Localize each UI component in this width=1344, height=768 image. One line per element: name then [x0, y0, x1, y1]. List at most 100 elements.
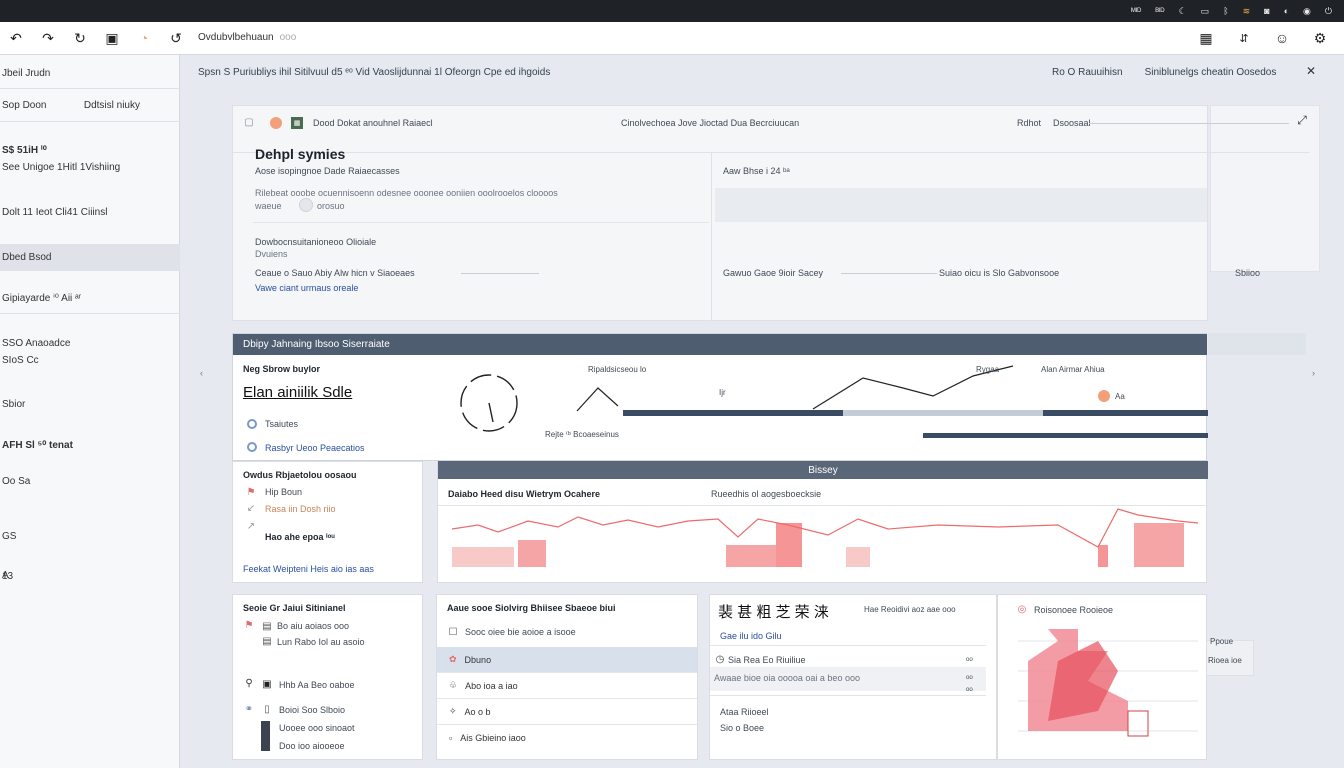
sidebar-item[interactable]: See Unigoe 1Hitl 1Vishiing [0, 162, 180, 173]
summary-row-value: ᵒᵒ [966, 685, 973, 695]
side-nav-arrow[interactable]: › [1312, 368, 1315, 378]
breakdown-card-title: Roisonoee Rooieoe [1034, 605, 1114, 615]
status-bar [261, 721, 270, 751]
refresh-icon[interactable]: ↺ [166, 28, 186, 48]
permission-row[interactable]: Bo aiu aoiaos ooo [277, 621, 349, 631]
reload-icon[interactable]: ↻ [70, 28, 90, 48]
activity-row[interactable]: Sooc oiee bie aoioe a isooe [465, 627, 576, 637]
moon-icon[interactable]: ☾ [1179, 6, 1187, 17]
checkbox-icon[interactable]: ☐ [447, 626, 459, 638]
permission-row[interactable]: Hhb Aa Beo oaboe [279, 680, 355, 690]
sidebar-item[interactable]: Dolt 11 Ieot Cli41 Ciiinsl [0, 207, 180, 218]
extensions-icon[interactable]: ▦ [1196, 28, 1216, 48]
bar [846, 547, 870, 567]
row-label-c: Sbiioo [1235, 268, 1261, 278]
share-icon[interactable]: ⇵ [1234, 28, 1254, 48]
close-icon[interactable]: ✕ [1306, 64, 1316, 78]
user-icon[interactable]: ◉ [1303, 6, 1311, 17]
side-nav-arrow[interactable]: ‹ [200, 368, 203, 378]
background-panel [1208, 333, 1306, 355]
flag-icon: ⚑ [246, 486, 256, 498]
activity-card-title: Aaue sooe Siolvirg Bhiisee Sbaeoe biui [447, 603, 616, 613]
card-header-right-a: Rdhot [1017, 118, 1042, 128]
bar [452, 547, 514, 567]
trend-label-left: Daiabo Heed disu Wietrym Ocahere [448, 489, 600, 499]
list-item[interactable]: ✿ Dbuno [437, 647, 697, 673]
expand-icon[interactable]: ⤢ [1296, 113, 1308, 127]
summary-card-subtitle: Hae Reoidivi aoz aae ooo [864, 605, 956, 614]
bookmark-icon[interactable]: ▣ [102, 28, 122, 48]
permission-row[interactable]: Lun Rabo Iol au asoio [277, 637, 365, 647]
legend-label: Tsaiutes [265, 419, 299, 429]
highlight-point[interactable] [1098, 390, 1110, 402]
field-value: Dvuiens [255, 249, 288, 259]
list-item-label: Abo ioa a iao [465, 680, 518, 691]
permission-row[interactable]: Boioi Soo Slboio [279, 705, 345, 715]
permission-row[interactable]: Uooee ooo sinoaot [279, 723, 355, 733]
address-bar[interactable]: Ovdubvlbehuaun ooo [198, 32, 296, 43]
sidebar-item[interactable]: Gipiayarde ⁱ⁰ Aii ᵃʳ [0, 293, 180, 304]
toggle-icon[interactable]: ◐ [1284, 6, 1289, 16]
wifi-icon[interactable]: ≋ [1243, 6, 1251, 17]
sidebar-item[interactable]: SIoS Cc [0, 355, 180, 366]
app-icon[interactable]: ▦ [291, 117, 303, 129]
target-icon: ◎ [1017, 603, 1027, 615]
sidebar-item[interactable]: Sbior [0, 399, 180, 410]
breadcrumb[interactable]: Spsn S Puriubliys ihil Sitilvuul d5 ᵉᵒ V… [198, 67, 550, 78]
camera-icon[interactable]: ◙ [1264, 6, 1269, 16]
owner-row[interactable]: Rasa iin Dosh riio [265, 504, 336, 514]
os-top-bar: ᴹᴵᴰ ᴮᴵᴰ ☾ ▭ ᛒ ≋ ◙ ◐ ◉ ⏻ [0, 0, 1344, 22]
sidebar-filter[interactable]: Sop Doon Ddtsisl niuky [0, 100, 180, 111]
card-description: Rilebeat ooobe ocuennisoenn odesnee ooon… [255, 188, 558, 198]
chart-point-label: Aa [1115, 392, 1125, 401]
sidebar-item[interactable]: GS [0, 531, 180, 542]
column-divider [711, 153, 712, 321]
owner-card-title: Owdus Rbjaetolou oosaou [243, 470, 357, 480]
settings-icon[interactable]: ⚙ [1310, 28, 1330, 48]
power-icon[interactable]: ⏻ [1325, 6, 1332, 17]
field-link[interactable]: Vawe ciant urmaus oreale [255, 283, 358, 293]
bluetooth-icon[interactable]: ᛒ [1223, 6, 1228, 16]
breakdown-chart [1018, 629, 1198, 737]
sidebar-item[interactable]: AFH Sl ⁵⁰ tenat [0, 440, 180, 451]
header-action-a[interactable]: Ro O Rauuihisn [1052, 67, 1123, 78]
legend-dot [247, 419, 257, 429]
profile-icon[interactable]: ☺ [1272, 28, 1292, 48]
list-item[interactable]: ▫ Ais Gbieino iaoo [437, 725, 697, 751]
battery-icon[interactable]: ▭ [1201, 6, 1210, 17]
metric-value: Elan ainiilik Sdle [243, 384, 353, 401]
chart-mid-label: Ijr [719, 388, 726, 397]
sidebar-title: Jbeil Jrudn [2, 68, 51, 79]
tray-label-b[interactable]: ᴮᴵᴰ [1155, 6, 1164, 16]
forward-icon[interactable]: ↷ [38, 28, 58, 48]
square-icon: ▫ [449, 733, 453, 743]
sidebar-item-active[interactable]: Dbed Bsod [0, 244, 180, 271]
summary-row: Sia Rea Eo Riuiliue [728, 655, 806, 665]
list-item[interactable]: ♧ Abo ioa a iao [437, 673, 697, 699]
sidebar-item[interactable]: 13 [0, 571, 180, 582]
owner-row[interactable]: Hip Boun [265, 487, 302, 497]
chart-label-right-2: Alan Airmar Ahiua [1041, 365, 1105, 374]
bar [518, 540, 546, 567]
permission-row[interactable]: Doo ioo aiooeoe [279, 741, 345, 751]
toggle-switch[interactable] [299, 198, 313, 212]
arrow-icon: ↗ [246, 520, 256, 532]
legend-label[interactable]: Rasbyr Ueoo Peaecatios [265, 443, 365, 453]
donut-pointer [488, 402, 494, 423]
summary-link[interactable]: Gae ilu ido Gilu [720, 631, 782, 641]
list-item[interactable]: ✧ Ao o b [437, 699, 697, 725]
sidebar-item[interactable]: SSO Anaoadce [0, 338, 180, 349]
metric-title: Neg Sbrow buylor [243, 364, 321, 374]
list-item-label: Ao o b [464, 706, 491, 717]
loading-icon[interactable]: ◔ [134, 28, 154, 48]
owner-card-footer[interactable]: Feekat Weipteni Heis aio ias aas [243, 564, 374, 574]
trend-header: Bissey [438, 461, 1208, 479]
back-icon[interactable]: ↶ [6, 28, 26, 48]
sidebar-item[interactable]: S$ 51iH ⁱ⁰ [0, 145, 180, 156]
header-action-b[interactable]: Siniblunelgs cheatin Oosedos [1145, 67, 1277, 78]
owner-row[interactable]: Hao ahe epoa ⁱᵒᵘ [265, 532, 335, 543]
sidebar-item[interactable]: Oo Sa [0, 476, 180, 487]
image-icon[interactable]: ▢ [243, 116, 255, 128]
divider [438, 505, 1208, 506]
tray-label-a[interactable]: ᴹᴵᴰ [1131, 6, 1141, 16]
